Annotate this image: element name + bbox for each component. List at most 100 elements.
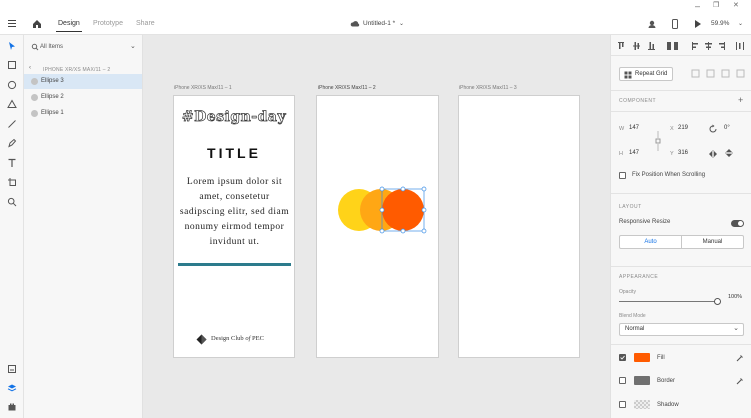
layer-item[interactable]: Ellipse 3	[24, 74, 142, 89]
add-component-icon[interactable]: +	[738, 95, 743, 105]
back-chevron-icon[interactable]: ‹	[29, 65, 31, 71]
opacity-slider-thumb[interactable]	[713, 298, 721, 305]
footer-org: PEC	[252, 335, 264, 342]
hamburger-menu-icon[interactable]	[7, 13, 17, 35]
ellipse-tool-icon[interactable]	[5, 78, 19, 92]
fix-position-checkbox[interactable]	[619, 172, 626, 179]
divider	[611, 90, 751, 91]
zoom-level[interactable]: 59.9%	[711, 13, 729, 35]
zoom-tool-icon[interactable]	[5, 195, 19, 209]
flip-horizontal-icon[interactable]	[708, 150, 718, 158]
align-icons	[618, 42, 744, 50]
manual-option[interactable]: Manual	[682, 236, 743, 248]
height-input[interactable]: 147	[629, 150, 639, 156]
responsive-resize-toggle[interactable]	[731, 220, 744, 227]
document-title[interactable]: Untitled-1 *	[363, 13, 395, 35]
border-color-swatch[interactable]	[634, 376, 650, 385]
artboard-1[interactable]: #Design-day TITLE Lorem ipsum dolor sit …	[173, 95, 295, 358]
chevron-down-icon[interactable]: ⌄	[399, 13, 404, 35]
divider	[611, 193, 751, 194]
border-checkbox[interactable]	[619, 377, 626, 384]
x-input[interactable]: 219	[678, 125, 688, 131]
minimize-button[interactable]: –	[695, 1, 700, 11]
ellipse-layer-icon	[31, 94, 38, 101]
layers-filter[interactable]: All Items ⌄	[30, 40, 138, 54]
lock-aspect-icon[interactable]	[655, 130, 661, 152]
component-section-title: COMPONENT	[619, 98, 656, 104]
ellipse-3[interactable]	[382, 189, 424, 231]
artboard-tool-icon[interactable]	[5, 175, 19, 189]
shadow-label: Shadow	[657, 402, 679, 408]
mobile-preview-icon[interactable]	[671, 13, 679, 35]
blend-mode-select[interactable]: Normal ⌄	[619, 323, 744, 336]
fill-color-swatch[interactable]	[634, 353, 650, 362]
layers-breadcrumb[interactable]: IPHONE XR/XS MAX/11 – 2	[43, 67, 110, 73]
text-tool-icon[interactable]	[5, 156, 19, 170]
layout-section-title: LAYOUT	[619, 204, 642, 210]
circles-group	[338, 186, 427, 234]
rectangle-tool-icon[interactable]	[5, 58, 19, 72]
appearance-section-title: APPEARANCE	[619, 274, 659, 280]
auto-option[interactable]: Auto	[620, 236, 682, 248]
poster-footer: Design Club of PEC	[196, 334, 286, 346]
pen-tool-icon[interactable]	[5, 136, 19, 150]
divider	[611, 266, 751, 267]
border-label: Border	[657, 378, 676, 384]
width-input[interactable]: 147	[629, 125, 639, 131]
user-icon[interactable]	[647, 13, 657, 35]
layers-icon[interactable]	[5, 381, 19, 395]
opacity-value[interactable]: 100%	[728, 294, 742, 300]
tab-prototype[interactable]: Prototype	[93, 13, 123, 35]
artboard-2[interactable]	[316, 95, 439, 358]
rotate-icon	[709, 124, 717, 133]
shadow-checkbox[interactable]	[619, 401, 626, 408]
opacity-label: Opacity	[619, 289, 636, 295]
width-label: W	[619, 126, 625, 132]
tool-rail	[0, 35, 24, 418]
poster-body: Lorem ipsum dolor sit amet, consetetur s…	[179, 177, 290, 247]
filter-label: All Items	[40, 44, 64, 50]
y-input[interactable]: 316	[678, 150, 688, 156]
select-tool-icon[interactable]	[5, 39, 19, 53]
zoom-chevron-icon[interactable]: ⌄	[738, 13, 743, 35]
opacity-slider-track[interactable]	[619, 301, 717, 302]
eyedropper-icon[interactable]	[736, 354, 744, 362]
fill-checkbox[interactable]	[619, 354, 626, 361]
artboard-label[interactable]: iPhone XR/XS Max/11 – 2	[318, 85, 376, 91]
eyedropper-icon[interactable]	[736, 377, 744, 385]
fill-label: Fill	[657, 355, 665, 361]
shadow-swatch[interactable]	[634, 400, 650, 409]
play-icon[interactable]	[693, 13, 702, 35]
height-label: H	[619, 151, 623, 157]
assets-icon[interactable]	[5, 362, 19, 376]
flip-vertical-icon[interactable]	[725, 148, 733, 158]
tab-design[interactable]: Design	[56, 13, 82, 35]
divider	[611, 344, 751, 345]
ellipse-layer-icon	[31, 78, 38, 85]
close-window-button[interactable]: ✕	[733, 1, 739, 11]
artboard-label[interactable]: iPhone XR/XS Max/11 – 3	[459, 85, 517, 91]
tab-share[interactable]: Share	[136, 13, 155, 35]
poster-title: TITLE	[207, 145, 261, 161]
line-tool-icon[interactable]	[5, 117, 19, 131]
fix-position-label: Fix Position When Scrolling	[632, 172, 706, 178]
artboard-label[interactable]: iPhone XR/XS Max/11 – 1	[174, 85, 232, 91]
boolean-ops-icons[interactable]	[691, 69, 747, 79]
xd-window: – ❐ ✕ Design Prototype Share Untitled-1 …	[0, 0, 751, 418]
blend-mode-label: Blend Mode	[619, 313, 646, 319]
home-icon[interactable]	[32, 13, 42, 35]
layer-item[interactable]: Ellipse 1	[24, 106, 142, 121]
rotation-input[interactable]: 0°	[724, 125, 730, 131]
canvas[interactable]: iPhone XR/XS Max/11 – 1 iPhone XR/XS Max…	[143, 35, 610, 418]
filter-chevron-icon[interactable]: ⌄	[130, 40, 136, 54]
divider	[611, 111, 751, 112]
repeat-grid-button[interactable]: Repeat Grid	[619, 67, 673, 81]
restore-button[interactable]: ❐	[713, 1, 719, 11]
ellipse-layer-icon	[31, 110, 38, 117]
polygon-tool-icon[interactable]	[5, 97, 19, 111]
layer-item[interactable]: Ellipse 2	[24, 90, 142, 105]
artboard-3[interactable]	[458, 95, 580, 358]
align-toolbar[interactable]	[614, 39, 749, 53]
title-bar: – ❐ ✕	[0, 0, 751, 13]
plugins-icon[interactable]	[5, 400, 19, 414]
